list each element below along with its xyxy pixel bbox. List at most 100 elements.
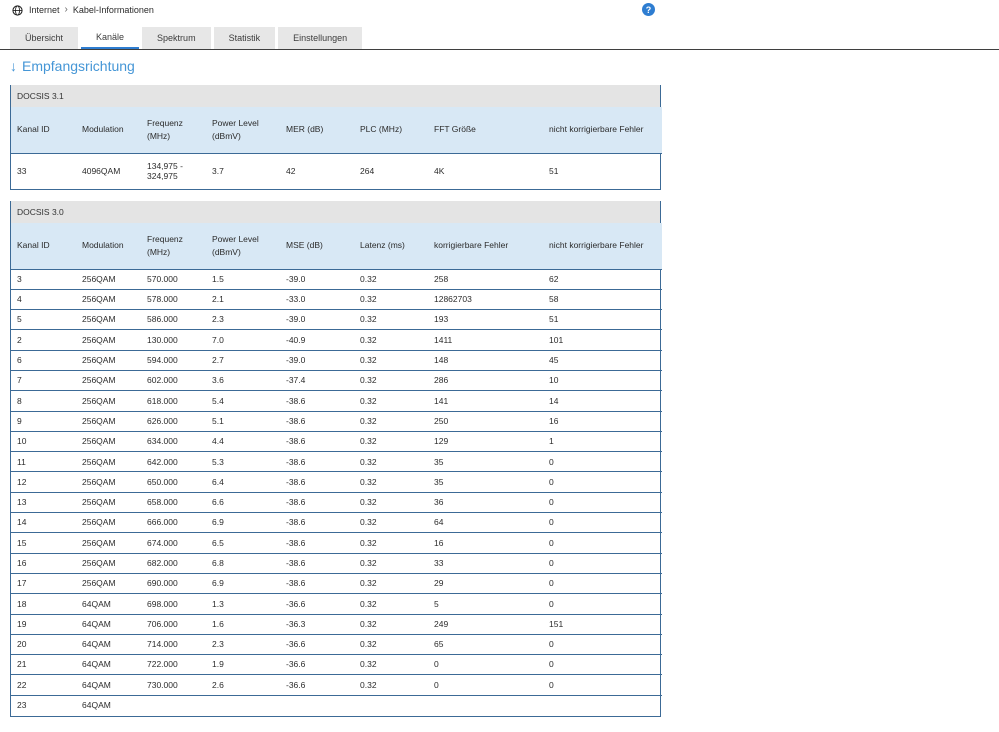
cell: 14 xyxy=(543,390,662,412)
tab-spektrum[interactable]: Spektrum xyxy=(142,27,211,49)
cell: 1.6 xyxy=(206,614,280,635)
cell: 0 xyxy=(543,492,662,514)
column-header: Frequenz (MHz) xyxy=(141,107,206,154)
cell: 256QAM xyxy=(76,329,141,351)
table-row: 13 256QAM 658.000 6.6 -38.6 0.32 36 0 xyxy=(11,492,662,514)
tab-kanaele[interactable]: Kanäle xyxy=(81,27,140,49)
cell: -33.0 xyxy=(280,289,354,311)
column-header: Power Level (dBmV) xyxy=(206,107,280,154)
table-row: 23 64QAM xyxy=(11,695,662,715)
cell: 6.9 xyxy=(206,512,280,534)
column-header: Modulation xyxy=(76,223,141,270)
cell: 21 xyxy=(11,654,76,676)
cell: 23 xyxy=(17,700,27,711)
cell: 51 xyxy=(543,309,662,331)
cell: -38.6 xyxy=(280,411,354,432)
cell: 0.32 xyxy=(354,674,428,696)
cell: 256QAM xyxy=(76,553,141,574)
cell: 16 xyxy=(428,532,543,554)
cell: 256QAM xyxy=(76,370,141,392)
cell: -38.6 xyxy=(280,512,354,534)
cell: 0.32 xyxy=(354,390,428,412)
cell: 35 xyxy=(428,471,543,493)
cell: -39.0 xyxy=(280,350,354,371)
cell: 12862703 xyxy=(428,289,543,311)
cell: 0 xyxy=(543,573,662,595)
table-row: 5 256QAM 586.000 2.3 -39.0 0.32 193 51 xyxy=(11,309,662,331)
help-button[interactable]: ? xyxy=(642,3,655,16)
cell: 64QAM xyxy=(76,654,141,676)
column-header: FFT Größe xyxy=(428,107,543,154)
data-table: Kanal ID Modulation Frequenz (MHz) Power Le… xyxy=(11,223,662,716)
table-row: 17 256QAM 690.000 6.9 -38.6 0.32 29 0 xyxy=(11,573,662,595)
cell: 0 xyxy=(543,634,662,656)
cell: 4 xyxy=(11,289,76,311)
cell: 250 xyxy=(428,411,543,432)
table-row: 22 64QAM 730.000 2.6 -36.6 0.32 0 0 xyxy=(11,674,662,696)
column-header: nicht korrigierbare Fehler xyxy=(543,107,662,154)
cell: 258 xyxy=(428,269,543,290)
cell: 45 xyxy=(543,350,662,371)
downstream-arrow-icon: ↓ xyxy=(10,58,17,74)
cell: 12 xyxy=(11,471,76,493)
cell: 5 xyxy=(11,309,76,331)
cell: 29 xyxy=(428,573,543,595)
table-row: 2 256QAM 130.000 7.0 -40.9 0.32 1411 101 xyxy=(11,329,662,351)
cell: 2.3 xyxy=(206,634,280,656)
cell: 0 xyxy=(543,532,662,554)
cell: 51 xyxy=(549,165,559,176)
cell: 17 xyxy=(11,573,76,595)
cell: 101 xyxy=(543,329,662,351)
cell: 3 xyxy=(11,269,76,290)
cell: 33 xyxy=(428,553,543,574)
column-header: Latenz (ms) xyxy=(354,223,428,270)
cell: 594.000 xyxy=(141,350,206,371)
cell: 64QAM xyxy=(76,614,141,635)
table-row: 16 256QAM 682.000 6.8 -38.6 0.32 33 0 xyxy=(11,553,662,574)
cell xyxy=(280,695,354,715)
cell: 134,975 - 324,975 xyxy=(147,160,183,182)
cell: 7 xyxy=(11,370,76,392)
cell: 256QAM xyxy=(76,492,141,514)
table-row: 21 64QAM 722.000 1.9 -36.6 0.32 0 0 xyxy=(11,654,662,676)
cell: 6.5 xyxy=(206,532,280,554)
cell: 0.32 xyxy=(354,553,428,574)
cell: 35 xyxy=(428,451,543,473)
cell: -36.6 xyxy=(280,593,354,615)
cell: -38.6 xyxy=(280,471,354,493)
cell xyxy=(354,695,428,715)
tab-uebersicht[interactable]: Übersicht xyxy=(10,27,79,49)
cell: 286 xyxy=(428,370,543,392)
cell: -36.3 xyxy=(280,614,354,635)
cell: 730.000 xyxy=(141,674,206,696)
cell: -36.6 xyxy=(280,674,354,696)
cell: 5.4 xyxy=(206,390,280,412)
cell: 148 xyxy=(428,350,543,371)
table-row: 4 256QAM 578.000 2.1 -33.0 0.32 12862703 58 xyxy=(11,289,662,311)
cell: 64QAM xyxy=(76,674,141,696)
cell: 706.000 xyxy=(141,614,206,635)
cell: 674.000 xyxy=(141,532,206,554)
cell: 16 xyxy=(11,553,76,574)
cell: 64QAM xyxy=(76,593,141,615)
cell: -36.6 xyxy=(280,654,354,676)
cell: 0 xyxy=(543,451,662,473)
cell: 36 xyxy=(428,492,543,514)
cell: 634.000 xyxy=(141,431,206,453)
cell: 658.000 xyxy=(141,492,206,514)
breadcrumb-internet[interactable]: Internet xyxy=(29,5,60,15)
cell: 256QAM xyxy=(76,411,141,432)
tab-statistik[interactable]: Statistik xyxy=(213,27,276,49)
tab-einstellungen[interactable]: Einstellungen xyxy=(278,27,363,49)
table-row: 3 256QAM 570.000 1.5 -39.0 0.32 258 62 xyxy=(11,269,662,290)
table-row: 7 256QAM 602.000 3.6 -37.4 0.32 286 10 xyxy=(11,370,662,392)
cell: 2.1 xyxy=(206,289,280,311)
table-docsis-3-0: DOCSIS 3.0 Kanal ID Modulation Frequenz (MH… xyxy=(10,201,662,717)
cell: 6 xyxy=(11,350,76,371)
cell: 618.000 xyxy=(141,390,206,412)
cell: 256QAM xyxy=(76,512,141,534)
cell: 0.32 xyxy=(354,451,428,473)
table-row: 11 256QAM 642.000 5.3 -38.6 0.32 35 0 xyxy=(11,451,662,473)
cell: 602.000 xyxy=(141,370,206,392)
cell: 0.32 xyxy=(354,532,428,554)
